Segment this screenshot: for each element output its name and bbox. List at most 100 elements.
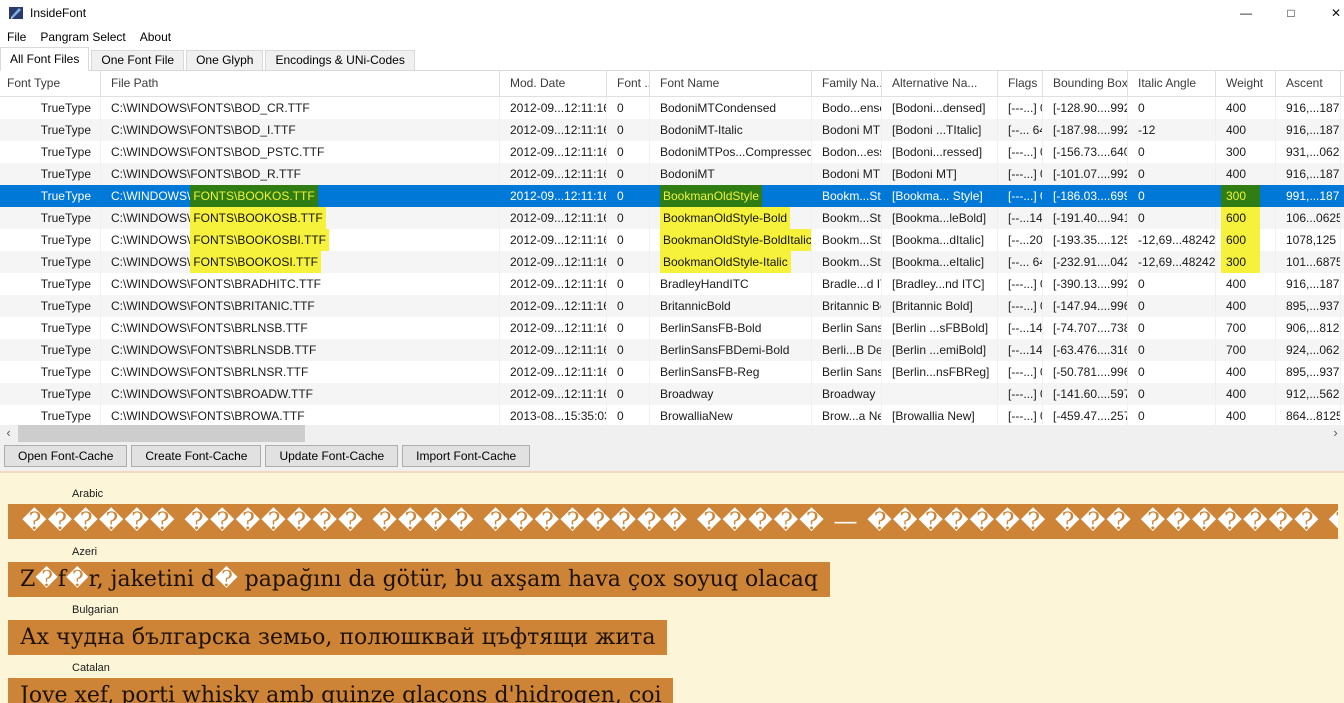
table-row[interactable]: TrueType C:\WINDOWS\FONTS\BRLNSB.TTF 2012-… <box>0 317 1344 339</box>
cell-alternative-name: [Bodoni ...TItalic] <box>882 119 998 141</box>
pangram-sample-azeri: Z�f�r, jaketini d� papağını da götür, bu… <box>8 562 830 597</box>
column-header-mod-date[interactable]: Mod. Date <box>500 71 607 96</box>
scroll-right-arrow-icon[interactable]: › <box>1327 425 1344 442</box>
cell-weight: 300 <box>1216 251 1276 273</box>
table-row[interactable]: TrueType C:\WINDOWS\FONTS\BRLNSR.TTF 2012-… <box>0 361 1344 383</box>
cell-flags: [---...] 0 <box>998 273 1043 295</box>
table-row[interactable]: TrueType C:\WINDOWS\ FONTS\BOOKOSI.TTF 2012… <box>0 251 1344 273</box>
cell-bounding-box: [-191.40....941406] <box>1043 207 1128 229</box>
replacement-glyph: � <box>483 507 509 535</box>
cell-font-num: 0 <box>607 317 650 339</box>
cell-font-name: BerlinSansFBDemi-Bold <box>650 339 812 361</box>
table-row[interactable]: TrueType C:\WINDOWS\FONTS\BOD_PSTC.TTF 201… <box>0 141 1344 163</box>
table-row[interactable]: TrueType C:\WINDOWS\FONTS\BOD_CR.TTF 2012-… <box>0 97 1344 119</box>
table-header: Font TypeFile PathMod. DateFont ...Font … <box>0 71 1344 97</box>
table-row[interactable]: TrueType C:\WINDOWS\FONTS\BRADHITC.TTF 201… <box>0 273 1344 295</box>
tab-encodings-uni-codes[interactable]: Encodings & UNi-Codes <box>265 50 415 70</box>
column-header-flags[interactable]: Flags <box>998 71 1043 96</box>
cell-font-type: TrueType <box>0 361 101 383</box>
menu-item-file[interactable]: File <box>0 26 33 48</box>
column-header-family-na[interactable]: Family Na... <box>812 71 882 96</box>
column-header-bounding-box[interactable]: Bounding Box <box>1043 71 1128 96</box>
replacement-glyph: � <box>636 507 663 535</box>
button-open-font-cache[interactable]: Open Font-Cache <box>4 445 128 467</box>
cell-weight: 700 <box>1216 339 1276 361</box>
table-row[interactable]: TrueType C:\WINDOWS\FONTS\BROADW.TTF 2012-… <box>0 383 1344 405</box>
scroll-left-arrow-icon[interactable]: ‹ <box>0 425 17 442</box>
cell-ascent: 895,...9375 <box>1276 295 1341 317</box>
cell-ascent: 106...0625 <box>1276 207 1341 229</box>
cell-font-num: 0 <box>607 273 650 295</box>
table-row-selected[interactable]: TrueType C:\WINDOWS\ FONTS\BOOKOS.TTF 2012-… <box>0 185 1344 207</box>
column-header-file-path[interactable]: File Path <box>101 71 500 96</box>
cell-bounding-box: [-74.707....738281] <box>1043 317 1128 339</box>
button-import-font-cache[interactable]: Import Font-Cache <box>402 445 531 467</box>
cell-font-name: Broadway <box>650 383 812 405</box>
button-update-font-cache[interactable]: Update Font-Cache <box>265 445 399 467</box>
replacement-glyph: � <box>748 507 774 535</box>
cell-font-name: BerlinSansFB-Bold <box>650 317 812 339</box>
app-icon <box>9 7 23 19</box>
table-row[interactable]: TrueType C:\WINDOWS\FONTS\BOD_I.TTF 2012-0… <box>0 119 1344 141</box>
cell-font-num: 0 <box>607 251 650 273</box>
tab-one-font-file[interactable]: One Font File <box>91 50 185 70</box>
replacement-glyph: � <box>1080 507 1107 535</box>
name-highlight: BookmanOldStyle-Bold <box>660 207 791 229</box>
cell-font-type: TrueType <box>0 383 101 405</box>
cell-family-name: Bodo...ensed <box>812 97 882 119</box>
cell-alternative-name: [Berlin ...sFBBold] <box>882 317 998 339</box>
replacement-glyph: � <box>508 507 535 535</box>
close-button[interactable]: ✕ <box>1329 0 1343 26</box>
column-header-ascent[interactable]: Ascent <box>1276 71 1341 96</box>
column-header-font[interactable]: Font ... <box>607 71 650 96</box>
table-row[interactable]: TrueType C:\WINDOWS\ FONTS\BOOKOSB.TTF 2012… <box>0 207 1344 229</box>
table-row[interactable]: TrueType C:\WINDOWS\ FONTS\BOOKOSBI.TTF 201… <box>0 229 1344 251</box>
cell-file-path: C:\WINDOWS\FONTS\BROWA.TTF <box>101 405 500 425</box>
table-row[interactable]: TrueType C:\WINDOWS\FONTS\BROWA.TTF 2013-0… <box>0 405 1344 425</box>
table-row[interactable]: TrueType C:\WINDOWS\FONTS\BRITANIC.TTF 201… <box>0 295 1344 317</box>
horizontal-scrollbar[interactable]: ‹ › <box>0 425 1344 442</box>
column-header-alternative-na[interactable]: Alternative Na... <box>882 71 998 96</box>
cell-font-name: BookmanOldStyle-Italic <box>650 251 812 273</box>
minimize-button[interactable]: — <box>1239 0 1253 26</box>
name-highlight: BookmanOldStyle-Italic <box>660 251 791 273</box>
cell-font-type: TrueType <box>0 207 101 229</box>
cell-font-type: TrueType <box>0 273 101 295</box>
column-header-weight[interactable]: Weight <box>1216 71 1276 96</box>
cell-file-path: C:\WINDOWS\ FONTS\BOOKOSBI.TTF <box>101 229 500 251</box>
column-header-italic-angle[interactable]: Italic Angle <box>1128 71 1216 96</box>
cell-font-name: BookmanOldStyle-Bold <box>650 207 812 229</box>
menu-item-about[interactable]: About <box>133 26 178 48</box>
menu-item-pangram-select[interactable]: Pangram Select <box>33 26 132 48</box>
cell-font-type: TrueType <box>0 295 101 317</box>
cell-alternative-name: [Browallia New] <box>882 405 998 425</box>
cell-weight: 400 <box>1216 273 1276 295</box>
cell-file-path: C:\WINDOWS\ FONTS\BOOKOSI.TTF <box>101 251 500 273</box>
replacement-glyph: � <box>98 507 125 535</box>
cell-bounding-box: [-147.94....996094] <box>1043 295 1128 317</box>
cell-font-num: 0 <box>607 141 650 163</box>
tab-all-font-files[interactable]: All Font Files <box>0 47 90 71</box>
replacement-glyph: � <box>1191 507 1218 535</box>
column-header-font-type[interactable]: Font Type <box>0 71 101 96</box>
tab-strip: All Font Files One Font File One Glyph Enco… <box>0 47 1344 71</box>
cell-font-type: TrueType <box>0 97 101 119</box>
table-row[interactable]: TrueType C:\WINDOWS\FONTS\BOD_R.TTF 2012-0… <box>0 163 1344 185</box>
cell-font-name: BerlinSansFB-Reg <box>650 361 812 383</box>
scrollbar-thumb[interactable] <box>18 425 305 442</box>
table-row[interactable]: TrueType C:\WINDOWS\FONTS\BRLNSDB.TTF 2012… <box>0 339 1344 361</box>
cell-flags: [--... 64 <box>998 251 1043 273</box>
cell-family-name: Bookm...Style <box>822 189 881 203</box>
column-header-font-name[interactable]: Font Name <box>650 71 812 96</box>
tab-one-glyph[interactable]: One Glyph <box>186 50 264 70</box>
replacement-glyph: � <box>337 507 364 535</box>
cell-file-path: C:\WINDOWS\FONTS\BOD_CR.TTF <box>101 97 500 119</box>
maximize-button[interactable]: □ <box>1284 0 1298 26</box>
cell-italic-angle: 0 <box>1128 405 1216 425</box>
cell-font-type: TrueType <box>0 141 101 163</box>
button-create-font-cache[interactable]: Create Font-Cache <box>131 445 262 467</box>
path-highlight: FONTS\BOOKOSB.TTF <box>190 207 326 229</box>
replacement-glyph: � <box>943 507 970 535</box>
cell-ascent: 864...8125 <box>1276 405 1341 425</box>
replacement-glyph: � <box>124 507 151 535</box>
